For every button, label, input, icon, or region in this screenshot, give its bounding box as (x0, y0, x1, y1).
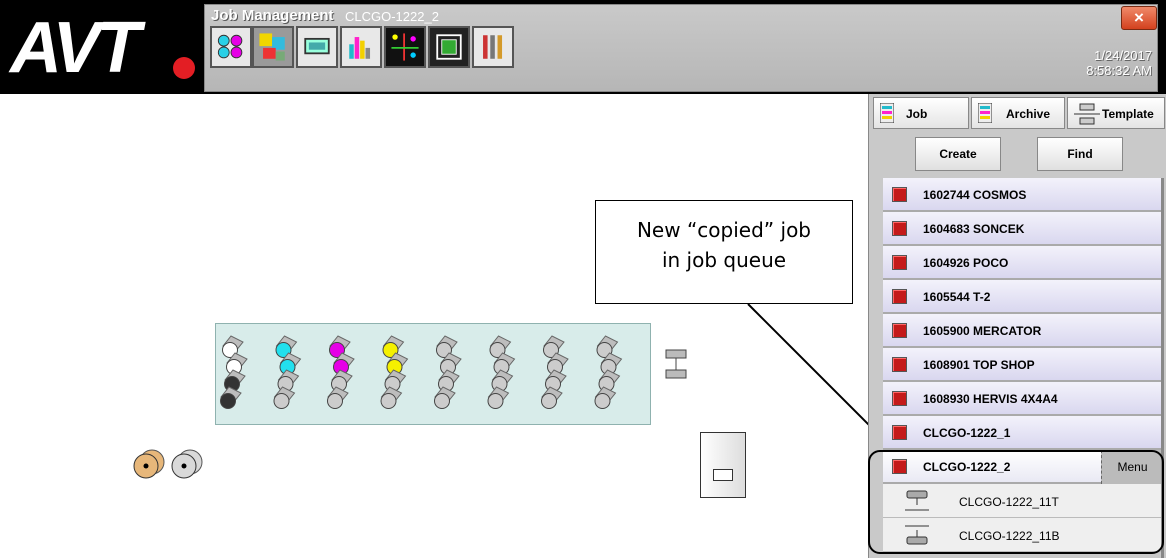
job-row[interactable]: 1604683 SONCEK (883, 212, 1163, 246)
template-icon (1074, 103, 1100, 125)
tab-archive-label: Archive (1006, 107, 1051, 121)
job-row[interactable]: 1605900 MERCATOR (883, 314, 1163, 348)
callout-line-1: New “copied” job (636, 218, 812, 242)
monitor-icon[interactable] (296, 26, 338, 68)
menu-button[interactable]: Menu (1101, 450, 1163, 484)
scrollbar[interactable] (1161, 178, 1164, 558)
sub-job-name: CLCGO-1222_11B (959, 529, 1060, 543)
job-row[interactable]: CLCGO-1222_1 (883, 416, 1163, 450)
tab-template-label: Template (1102, 107, 1154, 121)
job-name: 1608901 TOP SHOP (923, 358, 1035, 372)
rewind-cabinet (700, 432, 746, 498)
job-status-icon (892, 323, 907, 338)
print-unit[interactable] (220, 335, 248, 409)
svg-text:AVT: AVT (8, 12, 147, 82)
job-name: 1604926 POCO (923, 256, 1009, 270)
print-unit[interactable] (541, 335, 569, 409)
job-status-icon (892, 187, 907, 202)
tab-job[interactable]: Job (873, 97, 969, 129)
print-unit[interactable] (434, 335, 462, 409)
job-status-icon (892, 425, 907, 440)
job-name: CLCGO-1222_2 (923, 460, 1011, 474)
sub-job-name: CLCGO-1222_11T (959, 495, 1059, 509)
job-icon (880, 103, 894, 123)
job-name: 1605544 T-2 (923, 290, 991, 304)
job-name: 1608930 HERVIS 4X4A4 (923, 392, 1058, 406)
date-text: 1/24/2017 (1094, 48, 1152, 63)
find-button[interactable]: Find (1037, 137, 1123, 171)
bottom-side-icon (905, 525, 929, 545)
job-status-icon (892, 357, 907, 372)
job-row[interactable]: 1604926 POCO (883, 246, 1163, 280)
job-panel: Job Archive Template Create Find 1602744… (868, 94, 1166, 558)
archive-icon (978, 103, 992, 123)
job-status-icon (892, 255, 907, 270)
date-time: 1/24/2017 8:58:32 AM (1086, 48, 1152, 78)
job-row[interactable]: 1608901 TOP SHOP (883, 348, 1163, 382)
job-row[interactable]: 1602744 COSMOS (883, 178, 1163, 212)
job-status-icon (892, 391, 907, 406)
print-unit[interactable] (487, 335, 516, 409)
job-name: 1604683 SONCEK (923, 222, 1025, 236)
sub-job-row-bottom[interactable]: CLCGO-1222_11B (883, 518, 1163, 552)
current-job-name: CLCGO-1222_2 (345, 9, 439, 24)
print-unit[interactable] (594, 335, 623, 409)
job-status-icon (892, 221, 907, 236)
header-bar: AVT Job Management CLCGO-1222_2 × 1/24/2… (0, 0, 1166, 94)
app-title: Job Management (211, 7, 334, 24)
print-unit[interactable] (327, 335, 355, 409)
job-row-selected[interactable]: CLCGO-1222_2 Menu (883, 450, 1163, 484)
time-text: 8:58:32 AM (1086, 63, 1152, 78)
callout-box: New “copied” job in job queue (595, 200, 853, 304)
job-status-icon (892, 459, 907, 474)
print-unit[interactable] (380, 335, 409, 409)
tab-archive[interactable]: Archive (971, 97, 1065, 129)
job-row[interactable]: 1608930 HERVIS 4X4A4 (883, 382, 1163, 416)
tools-icon[interactable] (472, 26, 514, 68)
job-name: 1605900 MERCATOR (923, 324, 1042, 338)
registration-icon[interactable] (384, 26, 426, 68)
print-units (220, 335, 623, 409)
job-name: 1602744 COSMOS (923, 188, 1027, 202)
job-management-icon[interactable] (252, 26, 294, 68)
frame-icon[interactable] (428, 26, 470, 68)
color-circles-icon[interactable] (210, 26, 252, 68)
avt-logo: AVT (8, 12, 195, 82)
print-units-panel (215, 323, 651, 425)
bar-chart-icon[interactable] (340, 26, 382, 68)
create-button[interactable]: Create (915, 137, 1001, 171)
job-queue-list: 1602744 COSMOS 1604683 SONCEK 1604926 POCO… (883, 178, 1163, 552)
tab-template[interactable]: Template (1067, 97, 1165, 129)
callout-line-2: in job queue (661, 248, 787, 272)
sub-job-row-top[interactable]: CLCGO-1222_11T (883, 484, 1163, 518)
job-row[interactable]: 1605544 T-2 (883, 280, 1163, 314)
tab-job-label: Job (906, 107, 928, 121)
job-status-icon (892, 289, 907, 304)
print-unit[interactable] (273, 335, 302, 409)
job-name: CLCGO-1222_1 (923, 426, 1011, 440)
close-button[interactable]: × (1121, 6, 1157, 30)
top-side-icon (905, 490, 929, 511)
